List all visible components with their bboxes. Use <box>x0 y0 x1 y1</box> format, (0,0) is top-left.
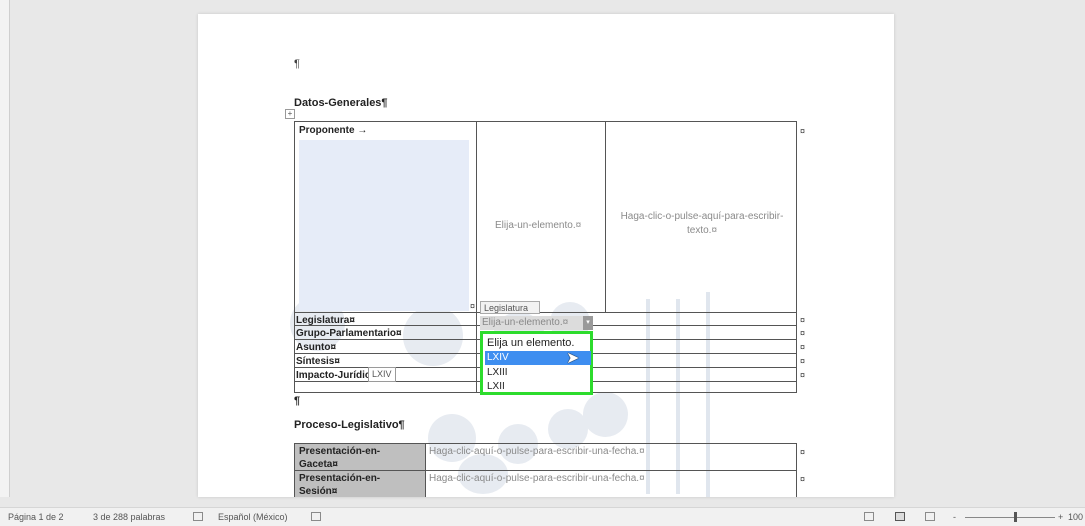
zoom-in-button[interactable]: + <box>1058 508 1063 526</box>
gaceta-date-placeholder[interactable]: Haga-clic-aquí-o-pulse-para-escribir-una… <box>429 446 645 457</box>
section-title-general: Datos-Generales¶ <box>294 97 388 109</box>
left-window-edge <box>0 0 10 497</box>
general-data-table: Proponente → ¤ Elija-un-elemento.¤ Haga-… <box>294 121 805 395</box>
proponent-photo-placeholder[interactable] <box>299 140 469 311</box>
row-label-gaceta: Presentación-en- Gaceta¤ <box>299 446 381 470</box>
page-count[interactable]: Página 1 de 2 <box>8 508 64 526</box>
sesion-date-placeholder[interactable]: Haga-clic-aquí-o-pulse-para-escribir-una… <box>429 473 645 484</box>
cell-end-mark: ¤ <box>470 301 476 311</box>
paragraph-mark: ¶ <box>294 58 300 70</box>
legislatura-dropdown-field[interactable]: Elija-un-elemento.¤ <box>480 316 584 330</box>
row-end-mark: ¤ <box>800 370 806 380</box>
status-bar: Página 1 de 2 3 de 288 palabras Español … <box>0 507 1085 526</box>
paragraph-mark: ¶ <box>294 395 301 407</box>
click-text-placeholder[interactable]: Haga-clic-o-pulse-aquí-para-escribir- te… <box>614 210 790 238</box>
zoom-level[interactable]: 100 <box>1068 508 1083 526</box>
macro-icon[interactable] <box>311 512 321 521</box>
proponent-label: Proponente → <box>299 125 368 136</box>
zoom-out-button[interactable]: - <box>953 508 956 526</box>
row-label-grupo-parlamentario: Grupo-Parlamentario¤ <box>296 328 402 339</box>
row-end-mark: ¤ <box>800 356 806 366</box>
row-label-sesion: Presentación-en- Sesión¤ <box>299 473 381 497</box>
row-end-mark: ¤ <box>800 342 806 352</box>
row-end-mark: ¤ <box>800 447 806 457</box>
content-control-tag[interactable]: Legislatura <box>480 301 540 314</box>
choose-item-placeholder[interactable]: Elija-un-elemento.¤ <box>495 220 581 231</box>
web-layout-icon[interactable] <box>925 512 935 521</box>
dropdown-arrow-icon[interactable]: ▾ <box>583 316 593 330</box>
row-end-mark: ¤ <box>800 126 806 136</box>
dropdown-option-lxiii[interactable]: LXIII <box>485 366 591 380</box>
legislative-process-table: Presentación-en- Gaceta¤ Haga-clic-aquí-… <box>294 443 805 497</box>
row-end-mark: ¤ <box>800 328 806 338</box>
proofing-icon[interactable] <box>193 512 203 521</box>
language[interactable]: Español (México) <box>218 508 288 526</box>
row-label-asunto: Asunto¤ <box>296 342 336 353</box>
dropdown-option-lxii[interactable]: LXII <box>485 380 591 394</box>
print-layout-icon[interactable] <box>895 512 905 521</box>
row-end-mark: ¤ <box>800 474 806 484</box>
word-count[interactable]: 3 de 288 palabras <box>93 508 165 526</box>
document-page[interactable]: ¶ Datos-Generales¶ + Proponente → ¤ Elij… <box>198 14 894 497</box>
table-move-handle-icon[interactable]: + <box>285 109 295 119</box>
row-end-mark: ¤ <box>800 315 806 325</box>
row-label-legislatura: Legislatura¤ <box>296 315 355 326</box>
mouse-cursor-icon: ➤ <box>566 350 580 367</box>
section-title-process: Proceso-Legislativo¶ <box>294 419 405 431</box>
zoom-slider-thumb[interactable] <box>1014 512 1017 522</box>
zoom-slider-track[interactable] <box>965 517 1055 518</box>
option-tooltip: LXIV <box>368 367 396 382</box>
row-label-sintesis: Síntesis¤ <box>296 356 340 367</box>
read-mode-icon[interactable] <box>864 512 874 521</box>
